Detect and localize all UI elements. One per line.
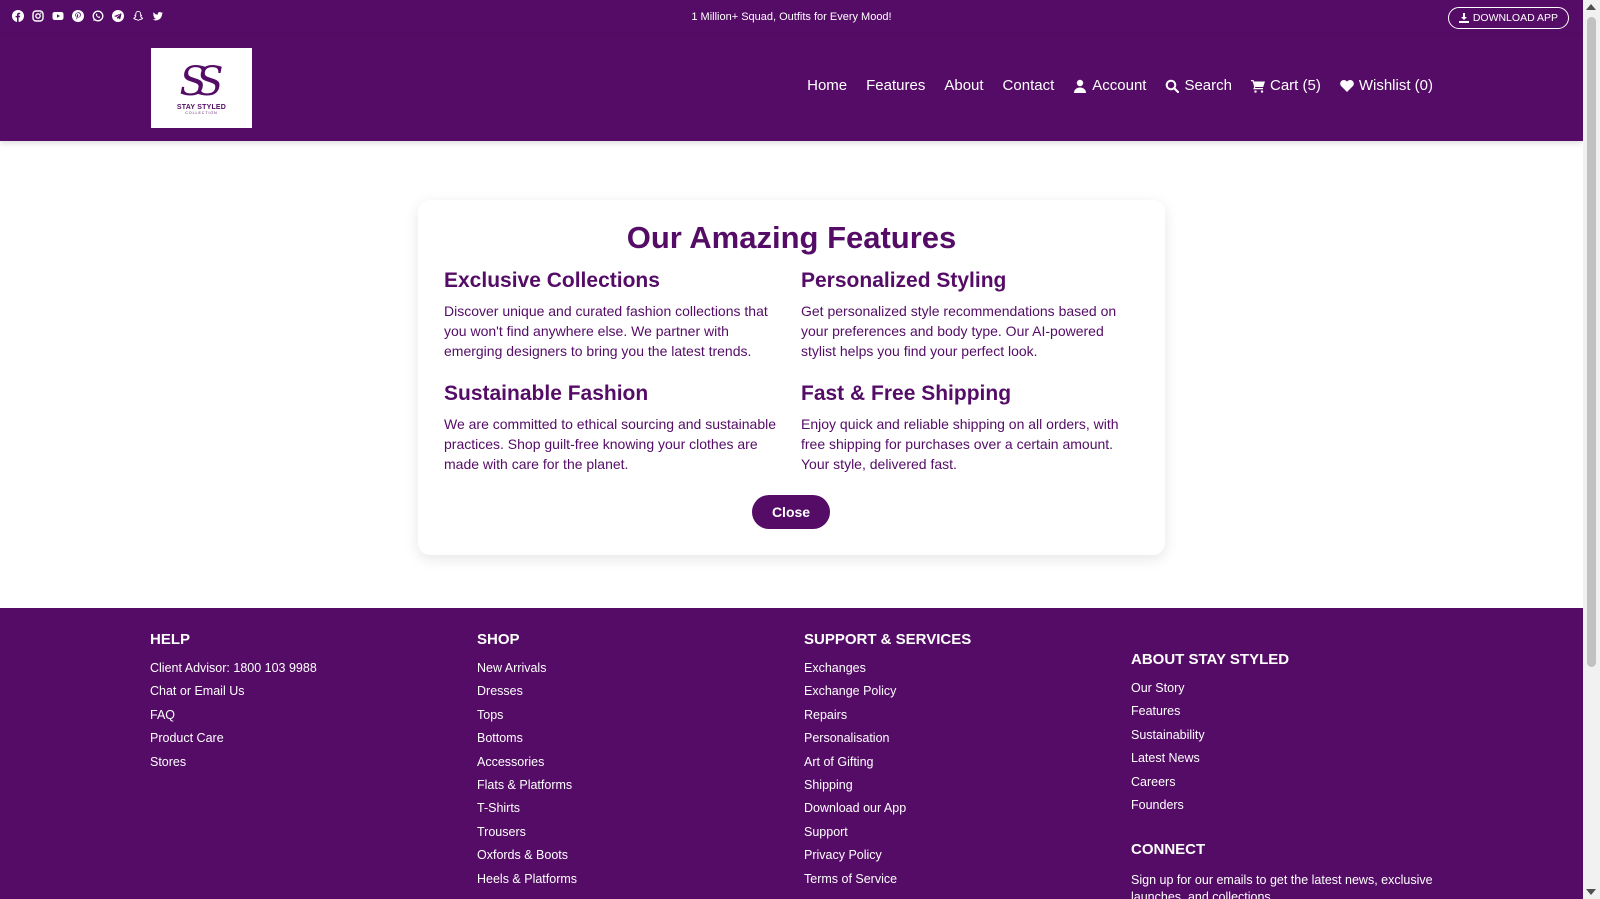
footer-link-shipping[interactable]: Shipping [804,777,971,800]
cart-icon [1250,79,1265,93]
footer-link-list: Client Advisor: 1800 103 9988 Chat or Em… [150,660,317,777]
nav-search-label: Search [1184,77,1232,94]
site-header: SS STAY STYLED COLLECTION Home Features … [0,35,1583,141]
footer-connect-text: Sign up for our emails to get the latest… [1131,873,1433,899]
nav-features[interactable]: Features [866,77,925,94]
footer-link-trousers[interactable]: Trousers [477,824,577,847]
scroll-up-arrow-icon[interactable] [1586,4,1596,10]
heart-icon [1340,79,1354,92]
download-app-button[interactable]: DOWNLOAD APP [1447,7,1569,29]
footer-help-column: HELP Client Advisor: 1800 103 9988 Chat … [150,631,317,777]
footer-column-title: SHOP [477,631,520,648]
footer-link-art-of-gifting[interactable]: Art of Gifting [804,754,971,777]
search-icon [1166,79,1180,93]
feature-description: Enjoy quick and reliable shipping on all… [801,416,1119,472]
footer-link-oxfords-boots[interactable]: Oxfords & Boots [477,847,577,870]
close-button[interactable]: Close [752,495,830,529]
feature-fast-free-shipping: Fast & Free Shipping Enjoy quick and rel… [801,382,1141,474]
nav-cart-label: Cart (5) [1269,77,1321,94]
footer-link-careers[interactable]: Careers [1131,774,1289,797]
announcement-text: 1 Million+ Squad, Outfits for Every Mood… [691,11,892,23]
footer-link-heels-platforms[interactable]: Heels & Platforms [477,871,577,894]
logo-monogram: SS [179,58,223,105]
footer-link-repairs[interactable]: Repairs [804,707,971,730]
feature-exclusive-collections: Exclusive Collections Discover unique an… [444,269,784,361]
footer-link-founders[interactable]: Founders [1131,797,1289,820]
footer-link-stores[interactable]: Stores [150,754,317,777]
scroll-down-arrow-icon[interactable] [1586,889,1596,895]
footer-link-new-arrivals[interactable]: New Arrivals [477,660,577,683]
feature-title: Fast & Free Shipping [801,382,1012,405]
download-icon [1458,13,1469,23]
footer-link-personalisation[interactable]: Personalisation [804,730,971,753]
page-scrollbar[interactable] [1583,0,1600,899]
feature-title: Sustainable Fashion [444,382,649,405]
footer-column-title: SUPPORT & SERVICES [804,631,972,648]
features-modal: Our Amazing Features Exclusive Collectio… [418,200,1165,555]
footer-shop-column: SHOP New Arrivals Dresses Tops Bottoms A… [477,631,577,894]
footer-link-bottoms[interactable]: Bottoms [477,730,577,753]
footer-link-list: Our Story Features Sustainability Latest… [1131,680,1289,820]
feature-sustainable-fashion: Sustainable Fashion We are committed to … [444,382,784,474]
footer-link-features[interactable]: Features [1131,703,1289,726]
footer-link-exchange-policy[interactable]: Exchange Policy [804,683,971,706]
footer-column-title: HELP [150,631,191,648]
footer-link-latest-news[interactable]: Latest News [1131,750,1289,773]
footer-link-dresses[interactable]: Dresses [477,683,577,706]
top-bar: 1 Million+ Squad, Outfits for Every Mood… [0,0,1583,35]
nav-wishlist-label: Wishlist (0) [1358,77,1433,94]
footer-column-title: ABOUT STAY STYLED [1131,651,1290,668]
nav-search[interactable]: Search [1165,77,1232,94]
footer-link-sustainability[interactable]: Sustainability [1131,727,1289,750]
user-icon [1074,79,1087,93]
feature-title: Personalized Styling [801,269,1007,292]
nav-home[interactable]: Home [807,77,847,94]
footer-link-accessories[interactable]: Accessories [477,754,577,777]
footer-connect-title: CONNECT [1131,841,1206,858]
brand-logo[interactable]: SS STAY STYLED COLLECTION [151,48,252,128]
nav-wishlist[interactable]: Wishlist (0) [1340,77,1433,94]
footer-link-exchanges[interactable]: Exchanges [804,660,971,683]
logo-brand-name: STAY STYLED [176,103,227,111]
feature-title: Exclusive Collections [444,269,660,292]
footer-link-list: Exchanges Exchange Policy Repairs Person… [804,660,971,894]
footer-link-client-advisor[interactable]: Client Advisor: 1800 103 9988 [150,660,317,683]
feature-description: Get personalized style recommendations b… [801,303,1117,359]
footer-link-chat-email[interactable]: Chat or Email Us [150,683,317,706]
nav-about[interactable]: About [944,77,983,94]
footer-link-privacy-policy[interactable]: Privacy Policy [804,847,971,870]
footer-link-flats-platforms[interactable]: Flats & Platforms [477,777,577,800]
scrollbar-thumb[interactable] [1587,17,1596,667]
main-nav: Home Features About Contact Account Sear… [807,77,1433,94]
footer-link-terms-of-service[interactable]: Terms of Service [804,871,971,894]
feature-description: We are committed to ethical sourcing and… [444,416,777,472]
footer-link-our-story[interactable]: Our Story [1131,680,1289,703]
feature-personalized-styling: Personalized Styling Get personalized st… [801,269,1141,361]
download-app-label: DOWNLOAD APP [1472,12,1558,24]
footer-support-column: SUPPORT & SERVICES Exchanges Exchange Po… [804,631,971,894]
footer-about-column: ABOUT STAY STYLED Our Story Features Sus… [1131,651,1289,820]
footer-link-t-shirts[interactable]: T-Shirts [477,800,577,823]
nav-account-label: Account [1092,77,1147,94]
nav-contact[interactable]: Contact [1003,77,1055,94]
nav-account[interactable]: Account [1073,77,1146,94]
page: 1 Million+ Squad, Outfits for Every Mood… [0,0,1583,899]
footer-link-list: New Arrivals Dresses Tops Bottoms Access… [477,660,577,894]
footer-link-download-app[interactable]: Download our App [804,800,971,823]
feature-description: Discover unique and curated fashion coll… [444,303,768,359]
footer-link-tops[interactable]: Tops [477,707,577,730]
nav-cart[interactable]: Cart (5) [1250,77,1321,94]
footer-link-support[interactable]: Support [804,824,971,847]
logo-tagline: COLLECTION [185,110,218,115]
modal-title: Our Amazing Features [626,220,957,255]
footer-connect: CONNECT Sign up for our emails to get th… [1131,841,1451,899]
footer-link-faq[interactable]: FAQ [150,707,317,730]
site-footer: HELP Client Advisor: 1800 103 9988 Chat … [0,608,1583,899]
footer-link-product-care[interactable]: Product Care [150,730,317,753]
